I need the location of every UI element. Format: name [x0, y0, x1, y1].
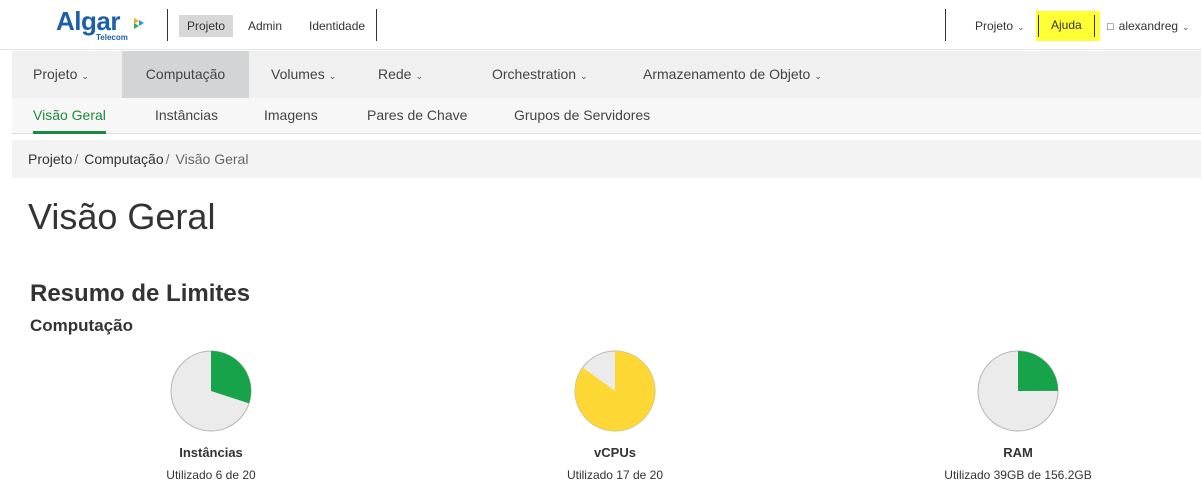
nav-projeto[interactable]: Projeto ⌄: [33, 51, 89, 98]
nav-label: Volumes: [271, 66, 325, 82]
limit-label: RAM: [1003, 445, 1033, 460]
user-name: alexandreg: [1118, 19, 1179, 33]
nav-label: Rede: [378, 66, 412, 82]
algar-logo[interactable]: Algar Telecom: [56, 6, 156, 46]
logo-subtext: Telecom: [96, 33, 128, 42]
chevron-down-icon: ⌄: [580, 71, 588, 81]
limit-usage: Utilizado 39GB de 156.2GB: [944, 468, 1092, 482]
breadcrumb-item[interactable]: Computação: [84, 151, 163, 167]
nav-volumes[interactable]: Volumes ⌄: [271, 51, 336, 98]
pie-used-slice: [1018, 351, 1058, 391]
help-link[interactable]: Ajuda: [1036, 11, 1100, 41]
limit-label: vCPUs: [594, 445, 636, 460]
tab-identidade[interactable]: Identidade: [301, 15, 373, 37]
nav-label: Armazenamento de Objeto: [643, 66, 811, 82]
help-divider-left: [1038, 15, 1039, 37]
subnav-pares-de-chave[interactable]: Pares de Chave: [367, 98, 467, 133]
right-divider: [945, 9, 946, 41]
subnav-imagens[interactable]: Imagens: [264, 98, 318, 133]
limit-usage: Utilizado 17 de 20: [566, 468, 664, 482]
page-title: Visão Geral: [28, 196, 216, 237]
chevron-down-icon: ⌄: [814, 71, 822, 81]
project-dropdown[interactable]: Projeto ⌄: [975, 15, 1025, 37]
section-title: Resumo de Limites: [30, 280, 251, 307]
chevron-down-icon: ⌄: [415, 71, 424, 81]
nav-orchestration[interactable]: Orchestration ⌄: [492, 51, 588, 98]
subnav-visao-geral[interactable]: Visão Geral: [33, 98, 106, 134]
usage-pie: [170, 350, 252, 432]
tab-admin[interactable]: Admin: [240, 15, 290, 37]
nav-label: Orchestration: [492, 66, 577, 82]
breadcrumb: Projeto / Computação / Visão Geral: [12, 140, 1201, 178]
limit-vcpus: vCPUs Utilizado 17 de 20: [505, 349, 725, 482]
limit-ram: RAM Utilizado 39GB de 156.2GB: [908, 349, 1128, 482]
chevron-down-icon: ⌄: [1017, 22, 1025, 32]
tab-projeto[interactable]: Projeto: [179, 15, 234, 37]
breadcrumb-separator: /: [165, 151, 170, 167]
subnav-grupos-de-servidores[interactable]: Grupos de Servidores: [514, 98, 650, 133]
user-menu[interactable]: □ alexandreg ⌄: [1107, 15, 1190, 37]
usage-pie: [977, 350, 1059, 432]
limit-instancias: Instâncias Utilizado 6 de 20: [101, 349, 321, 482]
nav-label: Computação: [145, 66, 226, 82]
tabs-divider: [376, 9, 377, 41]
breadcrumb-current: Visão Geral: [175, 151, 249, 167]
nav-computacao[interactable]: Computação: [122, 51, 249, 98]
main-nav: Projeto ⌄ Computação Volumes ⌄ Rede ⌄ Orche…: [12, 51, 1201, 98]
limit-usage: Utilizado 6 de 20: [166, 468, 256, 482]
logo-divider: [167, 9, 168, 41]
usage-pie: [574, 350, 656, 432]
nav-rede[interactable]: Rede ⌄: [378, 51, 423, 98]
help-label: Ajuda: [1051, 18, 1082, 32]
breadcrumb-separator: /: [74, 151, 79, 167]
subnav-instancias[interactable]: Instâncias: [155, 98, 218, 133]
nav-armazenamento[interactable]: Armazenamento de Objeto ⌄: [643, 51, 822, 98]
chevron-down-icon: ⌄: [328, 71, 337, 81]
breadcrumb-item[interactable]: Projeto: [28, 151, 72, 167]
logo-arrows-icon: [134, 18, 144, 29]
user-icon: □: [1107, 21, 1114, 33]
help-divider-right: [1094, 15, 1095, 37]
limit-label: Instâncias: [179, 445, 243, 460]
sub-nav: Visão Geral Instâncias Imagens Pares de …: [12, 98, 1201, 134]
subsection-title: Computação: [30, 316, 133, 335]
nav-label: Projeto: [33, 66, 78, 82]
project-dropdown-label: Projeto: [975, 19, 1014, 33]
top-navbar: Algar Telecom Projeto Admin Identidade P…: [0, 0, 1201, 50]
chevron-down-icon: ⌄: [1182, 22, 1190, 32]
chevron-down-icon: ⌄: [81, 71, 89, 81]
